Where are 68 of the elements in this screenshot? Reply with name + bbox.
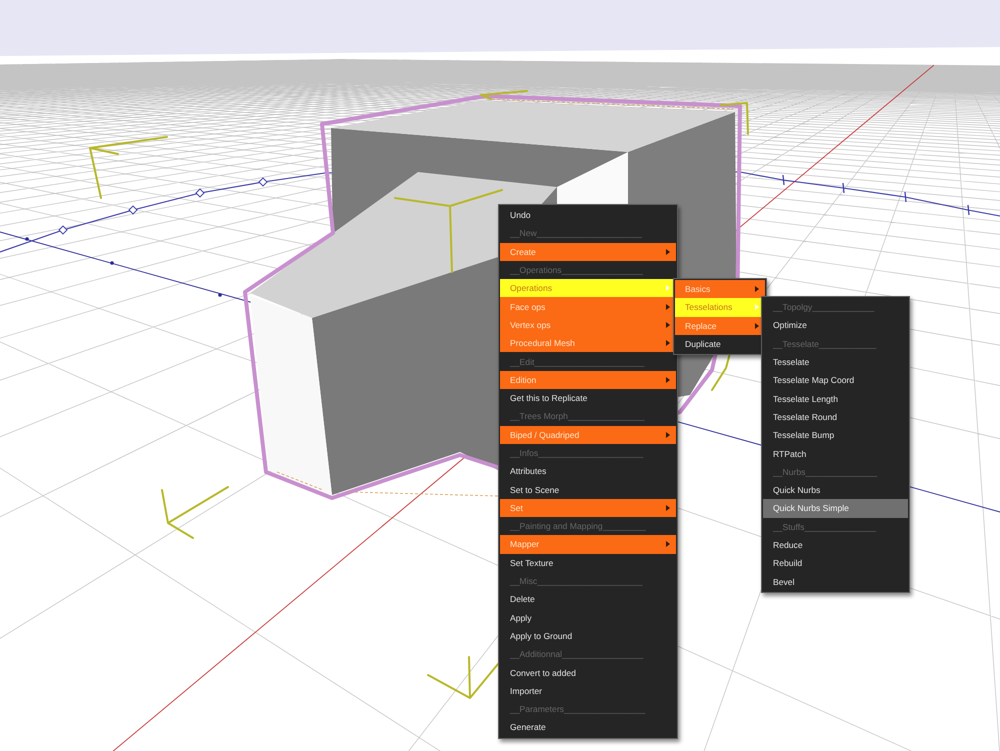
menu-item[interactable]: Tesselate Round: [763, 408, 908, 426]
point-marker-icon: [110, 261, 114, 265]
section-header: __Trees Morph________________: [508, 410, 646, 424]
section-header: __Operations_________________: [508, 264, 644, 278]
diamond-marker-icon: [58, 225, 68, 235]
point-marker-icon: [218, 293, 222, 297]
diamond-marker-icon: [195, 188, 205, 198]
corner-bracket-icon: [427, 656, 499, 699]
menu-item[interactable]: Bevel: [763, 572, 908, 591]
submenu-arrow-icon: [755, 304, 759, 310]
menu-item[interactable]: Delete: [500, 590, 676, 609]
axis-gizmo-icon: [394, 189, 503, 273]
point-marker-icon: [25, 237, 29, 241]
submenu-arrow-icon: [755, 322, 759, 329]
menu-item[interactable]: Tesselate Bump: [763, 426, 908, 444]
corner-bracket-icon: [720, 102, 749, 135]
menu-item[interactable]: Quick Nurbs Simple: [763, 499, 908, 518]
submenu-arrow-icon: [666, 376, 670, 383]
section-header: __Topolgy_____________: [772, 301, 876, 314]
dash-marker-icon: [904, 192, 907, 202]
corner-bracket-icon: [89, 136, 168, 199]
section-header: __Stuffs_______________: [772, 520, 878, 534]
menu-item[interactable]: Rebuild: [763, 554, 908, 572]
submenu-arrow-icon: [666, 541, 670, 548]
submenu-arrow-icon: [666, 340, 670, 346]
dashed-guide-line: [276, 472, 324, 490]
section-header: __Nurbs_______________: [772, 466, 878, 479]
menu-item[interactable]: Set to Scene: [500, 480, 676, 499]
diamond-marker-icon: [258, 177, 268, 187]
menu-item[interactable]: Quick Nurbs: [763, 480, 908, 500]
section-header: __Additionnal_________________: [508, 648, 644, 662]
corner-bracket-icon: [161, 486, 229, 539]
submenu-arrow-icon: [666, 432, 670, 438]
dash-marker-icon: [842, 182, 845, 194]
section-header: __Edit_______________________: [508, 356, 646, 369]
submenu-arrow-icon: [666, 322, 670, 328]
submenu-arrow-icon: [666, 304, 670, 310]
menu-item[interactable]: RTPatch: [763, 444, 908, 463]
diamond-marker-icon: [128, 205, 138, 215]
dash-marker-icon: [782, 174, 785, 186]
section-header: __Infos______________________: [508, 447, 644, 460]
submenu-arrow-icon: [755, 286, 759, 292]
menu-item[interactable]: Tesselate: [763, 352, 908, 372]
menu-item[interactable]: Duplicate: [675, 334, 765, 354]
menu-item[interactable]: Apply: [500, 608, 676, 627]
menu-item[interactable]: Reduce: [763, 536, 908, 554]
menu-item[interactable]: Apply to Ground: [500, 626, 676, 646]
menu-item[interactable]: Undo: [500, 206, 676, 224]
menu-item[interactable]: Optimize: [763, 316, 908, 335]
menu-item[interactable]: Convert to added: [500, 663, 676, 682]
section-header: __New______________________: [508, 227, 643, 240]
submenu-arrow-icon: [666, 248, 670, 255]
menu-item[interactable]: Set Texture: [500, 554, 676, 572]
section-header: __Tesselate____________: [772, 338, 878, 351]
section-header: __Parameters_________________: [508, 703, 646, 716]
section-header: __Painting and Mapping_________: [508, 520, 647, 534]
menu-item[interactable]: Importer: [500, 682, 676, 700]
menu-item[interactable]: Get this to Replicate: [500, 388, 676, 408]
dash-marker-icon: [967, 204, 970, 216]
submenu-arrow-icon: [666, 285, 670, 292]
corner-bracket-icon: [480, 90, 528, 100]
menu-item[interactable]: Generate: [500, 718, 676, 737]
corner-bracket-icon: [711, 352, 731, 391]
menu-item[interactable]: Attributes: [500, 462, 676, 480]
menu-item[interactable]: Tesselate Map Coord: [763, 371, 908, 390]
menu-item[interactable]: Tesselate Length: [763, 389, 908, 408]
section-header: __Misc______________________: [508, 575, 644, 588]
submenu-arrow-icon: [666, 504, 670, 511]
